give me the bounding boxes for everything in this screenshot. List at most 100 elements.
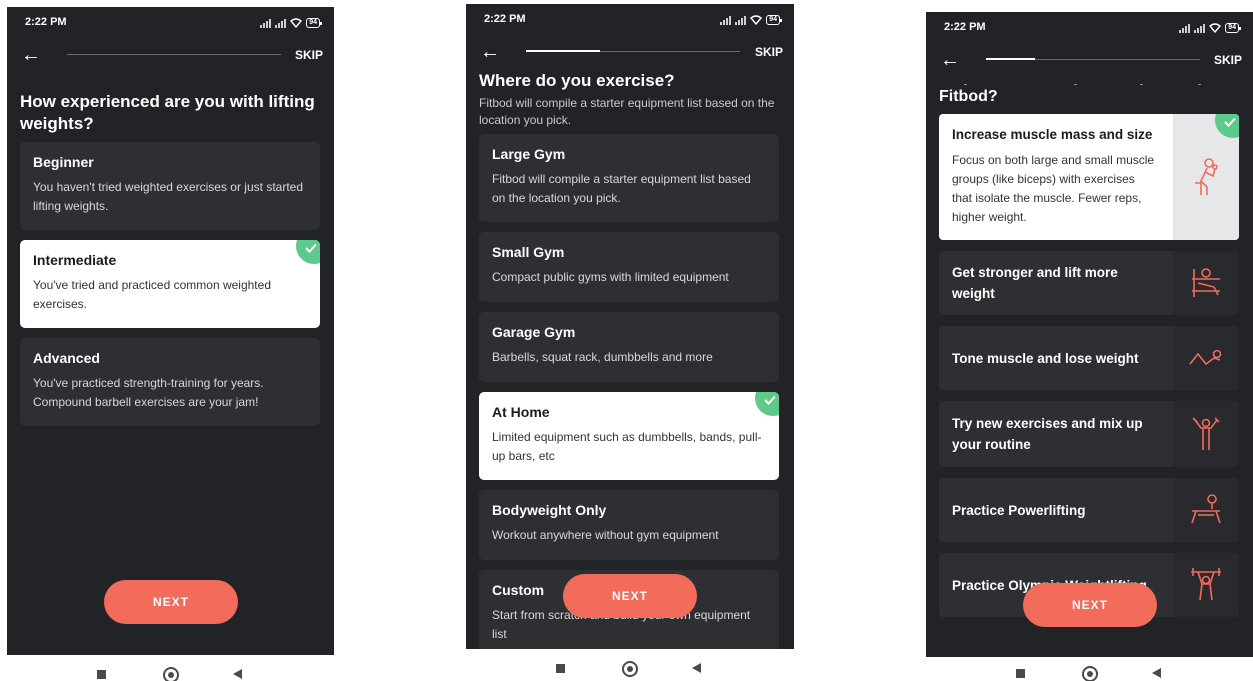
nav-back-icon[interactable]: [1152, 668, 1161, 678]
scrolled-text-fragment: [1140, 84, 1143, 85]
screen-goal: 2:22 PM 94 ← SKIP Fitbod? Increase muscl…: [926, 12, 1253, 657]
dumbbell-raise-icon: [1173, 401, 1239, 467]
next-button[interactable]: NEXT: [563, 574, 697, 618]
signal-icon: [1194, 23, 1206, 33]
progress-fill: [986, 58, 1035, 60]
progress-bar: [67, 54, 281, 55]
page-subtitle: Fitbod will compile a starter equipment …: [479, 96, 775, 127]
back-arrow-icon[interactable]: ←: [21, 45, 41, 65]
bench-press-icon: [1173, 251, 1239, 315]
android-nav-bar: [926, 661, 1253, 681]
signal-icon: [720, 15, 732, 25]
option-description: You've tried and practiced common weight…: [33, 278, 271, 311]
status-icons: 94: [260, 16, 322, 28]
option-title: Beginner: [33, 154, 94, 170]
option-title: Small Gym: [492, 244, 565, 260]
scrolled-text-fragment: [1198, 84, 1201, 85]
page-title: Where do you exercise?: [479, 71, 675, 90]
goal-description: Focus on both large and small muscle gro…: [952, 153, 1155, 224]
nav-back-icon[interactable]: [692, 663, 701, 673]
next-button[interactable]: NEXT: [1023, 583, 1157, 627]
barbell-overhead-icon: [1173, 553, 1239, 617]
goal-card-tone[interactable]: Tone muscle and lose weight: [939, 326, 1239, 390]
page-title: Fitbod?: [939, 88, 998, 105]
recent-apps-icon[interactable]: [1016, 669, 1025, 678]
battery-icon: 94: [306, 18, 322, 28]
screen-exercise-location: 2:22 PM 94 ← SKIP Where do you exercise?…: [466, 4, 794, 649]
option-description: Limited equipment such as dumbbells, ban…: [492, 430, 762, 463]
status-bar: 2:22 PM 94: [7, 7, 334, 37]
goal-title: Practice Powerlifting: [952, 502, 1086, 518]
scrolled-text-fragment: [964, 84, 967, 85]
goal-title: Increase muscle mass and size: [952, 127, 1153, 142]
option-title: Garage Gym: [492, 324, 576, 340]
skip-button[interactable]: SKIP: [295, 48, 323, 62]
goal-card-powerlifting[interactable]: Practice Powerlifting: [939, 478, 1239, 542]
wifi-icon: [290, 18, 303, 28]
status-icons: 94: [720, 13, 782, 25]
recent-apps-icon[interactable]: [556, 664, 565, 673]
option-card-bodyweight[interactable]: Bodyweight Only Workout anywhere without…: [479, 490, 779, 560]
top-bar: ← SKIP: [7, 45, 334, 69]
goal-title: Try new exercises and mix up your routin…: [952, 416, 1143, 452]
back-arrow-icon[interactable]: ←: [940, 50, 960, 70]
wifi-icon: [1209, 23, 1222, 33]
battery-icon: 94: [766, 15, 782, 25]
option-title: Large Gym: [492, 146, 566, 162]
progress-bar: [526, 50, 740, 52]
status-bar: 2:22 PM 94: [466, 4, 794, 34]
battery-icon: 94: [1225, 23, 1241, 33]
recent-apps-icon[interactable]: [97, 670, 106, 679]
option-description: Fitbod will compile a starter equipment …: [492, 172, 751, 205]
option-description: You haven't tried weighted exercises or …: [33, 180, 303, 213]
screen-experience: 2:22 PM 94 ← SKIP How experienced are yo…: [7, 7, 334, 655]
option-description: Workout anywhere without gym equipment: [492, 528, 719, 542]
status-bar: 2:22 PM 94: [926, 12, 1253, 42]
option-card-beginner[interactable]: Beginner You haven't tried weighted exer…: [20, 142, 320, 230]
android-nav-bar: [7, 662, 334, 681]
back-arrow-icon[interactable]: ←: [480, 42, 500, 62]
option-title: At Home: [492, 404, 550, 420]
scrolled-text-fragment: [1074, 84, 1077, 85]
option-description: You've practiced strength-training for y…: [33, 376, 264, 409]
goal-title: Get stronger and lift more weight: [952, 265, 1118, 301]
option-card-large-gym[interactable]: Large Gym Fitbod will compile a starter …: [479, 134, 779, 222]
option-card-garage-gym[interactable]: Garage Gym Barbells, squat rack, dumbbel…: [479, 312, 779, 382]
goal-card-new-exercises[interactable]: Try new exercises and mix up your routin…: [939, 401, 1239, 467]
wifi-icon: [750, 15, 763, 25]
option-title: Bodyweight Only: [492, 502, 607, 518]
android-nav-bar: [466, 656, 793, 681]
nav-back-icon[interactable]: [233, 669, 242, 679]
progress-bar: [986, 58, 1200, 60]
signal-icon: [735, 15, 747, 25]
next-button[interactable]: NEXT: [104, 580, 238, 624]
goal-card-muscle-mass[interactable]: Increase muscle mass and size Focus on b…: [939, 114, 1239, 240]
home-icon[interactable]: [622, 661, 638, 677]
skip-button[interactable]: SKIP: [755, 45, 783, 59]
progress-fill: [526, 50, 600, 52]
page-title: How experienced are you with lifting wei…: [20, 92, 315, 133]
option-description: Barbells, squat rack, dumbbells and more: [492, 350, 713, 364]
status-time: 2:22 PM: [944, 21, 986, 33]
top-bar: ← SKIP: [926, 50, 1253, 74]
status-time: 2:22 PM: [484, 13, 526, 25]
status-icons: 94: [1179, 21, 1241, 33]
goal-card-stronger[interactable]: Get stronger and lift more weight: [939, 251, 1239, 315]
option-card-advanced[interactable]: Advanced You've practiced strength-train…: [20, 338, 320, 426]
option-description: Compact public gyms with limited equipme…: [492, 270, 729, 284]
home-icon[interactable]: [163, 667, 179, 681]
status-time: 2:22 PM: [25, 16, 67, 28]
skip-button[interactable]: SKIP: [1214, 53, 1242, 67]
signal-icon: [260, 18, 272, 28]
top-bar: ← SKIP: [466, 42, 794, 66]
option-card-small-gym[interactable]: Small Gym Compact public gyms with limit…: [479, 232, 779, 302]
powerlifting-bench-icon: [1173, 478, 1239, 542]
option-card-at-home[interactable]: At Home Limited equipment such as dumbbe…: [479, 392, 779, 480]
home-icon[interactable]: [1082, 666, 1098, 681]
signal-icon: [275, 18, 287, 28]
option-title: Intermediate: [33, 252, 117, 268]
floor-exercise-icon: [1173, 326, 1239, 390]
signal-icon: [1179, 23, 1191, 33]
option-card-intermediate[interactable]: Intermediate You've tried and practiced …: [20, 240, 320, 328]
goal-title: Tone muscle and lose weight: [952, 350, 1139, 366]
